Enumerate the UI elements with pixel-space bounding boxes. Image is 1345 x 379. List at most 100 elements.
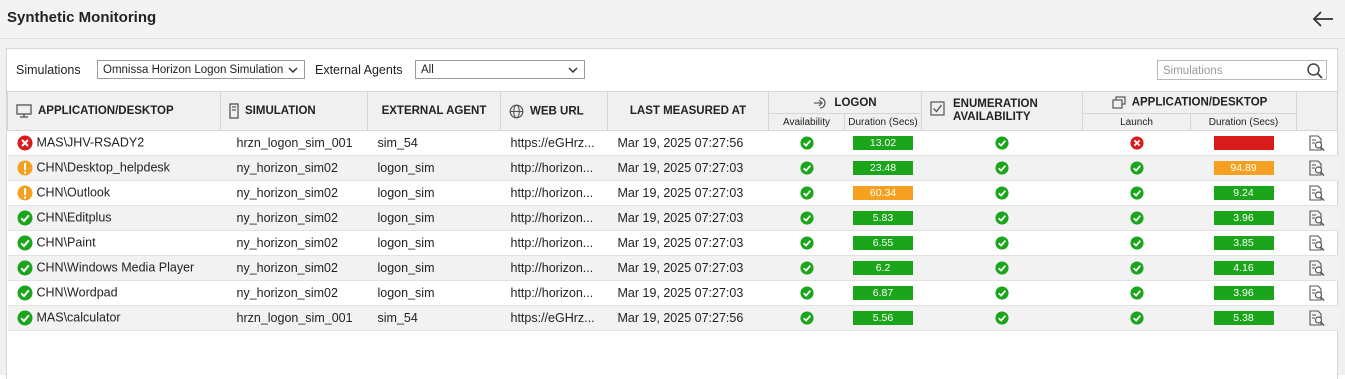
cell-application[interactable]: CHN\Desktop_helpdesk — [7, 155, 221, 181]
column-header-enumeration-availability[interactable]: ENUMERATION AVAILABILITY — [921, 91, 1084, 131]
column-header-app-duration[interactable]: Duration (Secs) — [1190, 113, 1298, 131]
status-ok-icon — [17, 260, 32, 276]
cell-enumeration-availability — [921, 180, 1083, 206]
cell-enumeration-availability — [921, 280, 1083, 306]
table-row[interactable]: CHN\Desktop_helpdesk ny_horizon_sim02 logo… — [7, 155, 1338, 181]
view-details-icon[interactable] — [1308, 259, 1326, 277]
cell-web-url[interactable]: http://horizon... — [500, 155, 608, 181]
view-details-icon[interactable] — [1308, 134, 1326, 152]
status-ok-icon — [995, 211, 1009, 225]
cell-simulation: ny_horizon_sim02 — [220, 255, 368, 281]
cell-details — [1296, 155, 1338, 181]
search-icon[interactable] — [1306, 62, 1324, 79]
cell-simulation: ny_horizon_sim02 — [220, 280, 368, 306]
cell-application[interactable]: MAS\JHV-RSADY2 — [7, 130, 221, 156]
cell-details — [1296, 130, 1338, 156]
column-group-application-desktop: APPLICATION/DESKTOP — [1082, 91, 1298, 114]
cell-last-measured: Mar 19, 2025 07:27:56 — [607, 305, 769, 331]
external-agents-dropdown-value: All — [421, 64, 434, 76]
cell-web-url[interactable]: https://eGHrz... — [500, 305, 608, 331]
cell-application[interactable]: CHN\Paint — [7, 230, 221, 256]
status-ok-icon — [799, 286, 814, 300]
column-header-logon-duration[interactable]: Duration (Secs) — [843, 113, 923, 131]
cell-application[interactable]: CHN\Editplus — [7, 205, 221, 231]
cell-application[interactable]: MAS\calculator — [7, 305, 221, 331]
simulations-dropdown-value: Omnissa Horizon Logon Simulation — [103, 64, 284, 76]
cell-logon-duration: 13.02 — [844, 130, 922, 156]
cell-application[interactable]: CHN\Windows Media Player — [7, 255, 221, 281]
table-row[interactable]: CHN\Editplus ny_horizon_sim02 logon_sim htt… — [7, 205, 1338, 231]
status-ok-icon — [1129, 261, 1144, 275]
cell-web-url[interactable]: http://horizon... — [500, 255, 608, 281]
cell-app-duration: 3.85 — [1190, 230, 1297, 256]
simulations-table: APPLICATION/DESKTOP SIMULATION EXTERNAL … — [7, 91, 1339, 331]
cell-web-url[interactable]: http://horizon... — [500, 280, 608, 306]
cell-web-url[interactable]: http://horizon... — [500, 180, 608, 206]
cell-web-url[interactable]: http://horizon... — [500, 205, 608, 231]
view-details-icon[interactable] — [1308, 184, 1326, 202]
cell-web-url[interactable]: https://eGHrz... — [500, 130, 608, 156]
cell-details — [1296, 205, 1338, 231]
cell-last-measured: Mar 19, 2025 07:27:03 — [607, 180, 769, 206]
cell-launch — [1082, 205, 1191, 231]
table-row[interactable]: CHN\Paint ny_horizon_sim02 logon_sim http:/… — [7, 230, 1338, 256]
view-details-icon[interactable] — [1308, 159, 1326, 177]
column-header-external-agent[interactable]: EXTERNAL AGENT — [367, 91, 501, 131]
back-arrow-icon[interactable] — [1311, 9, 1335, 29]
status-ok-icon — [17, 285, 32, 301]
status-ok-icon — [799, 161, 814, 175]
view-details-icon[interactable] — [1308, 284, 1326, 302]
table-row[interactable]: CHN\Wordpad ny_horizon_sim02 logon_sim http… — [7, 280, 1338, 306]
cell-simulation: hrzn_logon_sim_001 — [220, 130, 368, 156]
column-header-launch[interactable]: Launch — [1082, 113, 1192, 131]
cell-simulation: ny_horizon_sim02 — [220, 205, 368, 231]
cell-external-agent: sim_54 — [367, 305, 501, 331]
cell-enumeration-availability — [921, 255, 1083, 281]
page-title: Synthetic Monitoring — [7, 9, 157, 26]
logon-duration-bar: 5.83 — [853, 211, 913, 225]
cell-external-agent: logon_sim — [367, 230, 501, 256]
status-ok-icon — [17, 310, 32, 326]
cell-application[interactable]: CHN\Outlook — [7, 180, 221, 206]
cell-logon-availability — [768, 255, 845, 281]
column-header-web-url[interactable]: WEB URL — [500, 91, 608, 131]
table-row[interactable]: CHN\Outlook ny_horizon_sim02 logon_sim http… — [7, 180, 1338, 206]
column-header-application[interactable]: APPLICATION/DESKTOP — [7, 91, 221, 131]
view-details-icon[interactable] — [1308, 234, 1326, 252]
checkbox-icon — [930, 101, 945, 116]
search-input[interactable] — [1158, 61, 1305, 81]
table-row[interactable]: MAS\calculator hrzn_logon_sim_001 sim_54 ht… — [7, 305, 1338, 331]
column-group-logon-label: LOGON — [834, 96, 877, 109]
simulations-dropdown[interactable]: Omnissa Horizon Logon Simulation — [97, 60, 305, 79]
view-details-icon[interactable] — [1308, 209, 1326, 227]
status-ok-icon — [995, 136, 1009, 150]
application-name: CHN\Outlook — [36, 185, 111, 200]
column-header-simulation[interactable]: SIMULATION — [220, 91, 368, 131]
external-agents-dropdown[interactable]: All — [415, 60, 585, 79]
application-name: CHN\Windows Media Player — [36, 260, 195, 275]
status-ok-icon — [995, 261, 1009, 275]
simulations-label: Simulations — [16, 63, 81, 77]
cell-application[interactable]: CHN\Wordpad — [7, 280, 221, 306]
server-icon — [229, 103, 239, 119]
status-ok-icon — [995, 286, 1009, 300]
status-ok-icon — [799, 236, 814, 250]
cell-last-measured: Mar 19, 2025 07:27:03 — [607, 230, 769, 256]
app-duration-bar: 5.38 — [1213, 311, 1274, 325]
cell-web-url[interactable]: http://horizon... — [500, 230, 608, 256]
table-row[interactable]: CHN\Windows Media Player ny_horizon_sim02… — [7, 255, 1338, 281]
column-header-web-url-label: WEB URL — [530, 105, 584, 118]
column-header-last-measured[interactable]: LAST MEASURED AT — [607, 91, 769, 131]
application-name: MAS\calculator — [36, 310, 121, 325]
column-header-logon-availability[interactable]: Availability — [768, 113, 845, 131]
cell-logon-duration: 23.48 — [844, 155, 922, 181]
chevron-down-icon — [568, 67, 578, 74]
page-header: Synthetic Monitoring — [0, 0, 1345, 39]
view-details-icon[interactable] — [1308, 309, 1326, 327]
status-ok-icon — [1129, 236, 1144, 250]
status-ok-icon — [799, 261, 814, 275]
app-duration-bar: 9.24 — [1213, 186, 1274, 200]
cell-enumeration-availability — [921, 230, 1083, 256]
cell-app-duration: 9.24 — [1190, 180, 1297, 206]
table-row[interactable]: MAS\JHV-RSADY2 hrzn_logon_sim_001 sim_54 ht… — [7, 130, 1338, 156]
